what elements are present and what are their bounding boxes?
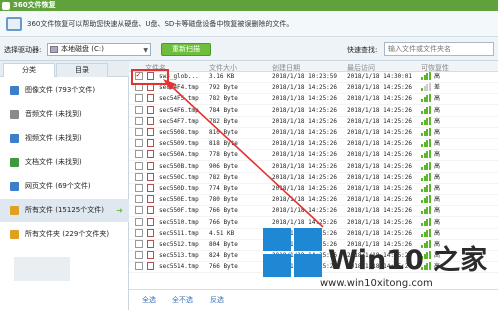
watermark: Win10 之家 www.win10xitong.com xyxy=(263,226,498,310)
watermark-brand: Win10 之家 xyxy=(328,245,488,276)
watermark-url: www.win10xitong.com xyxy=(320,278,433,289)
app-window: 360文件恢复 360文件恢复可以帮助您快速从硬盘、U盘、SD卡等磁盘设备中恢复… xyxy=(0,0,498,310)
windows-logo-icon xyxy=(263,228,323,278)
